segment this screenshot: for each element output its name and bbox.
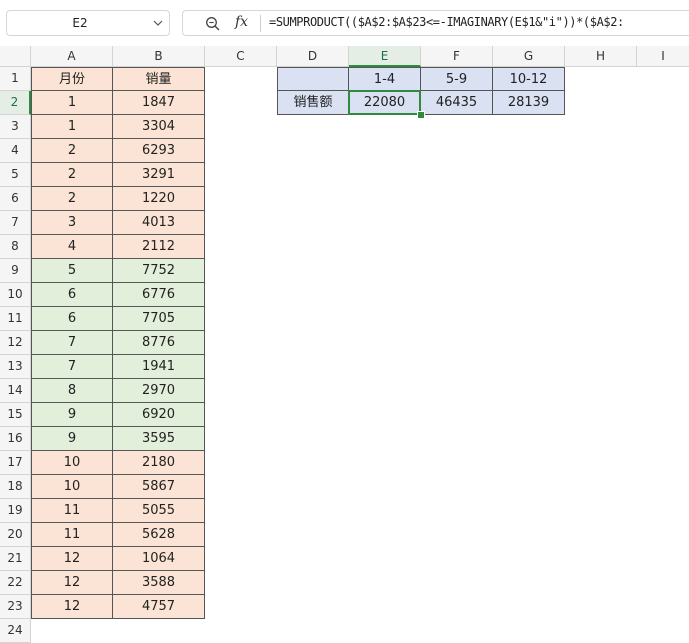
month-cell[interactable]: 5 — [31, 259, 113, 283]
row-header-11[interactable]: 11 — [0, 307, 31, 331]
row-header-23[interactable]: 23 — [0, 595, 31, 619]
sales-cell[interactable]: 4013 — [113, 211, 205, 235]
column-header-g[interactable]: G — [493, 46, 565, 67]
month-cell[interactable]: 11 — [31, 499, 113, 523]
formula-bar: E2 fx =SUMPRODUCT(($A$2:$A$23<=-IMAGINAR… — [0, 0, 689, 46]
month-cell[interactable]: 11 — [31, 523, 113, 547]
row-header-9[interactable]: 9 — [0, 259, 31, 283]
zoom-icon[interactable] — [205, 16, 220, 31]
month-cell[interactable]: 7 — [31, 355, 113, 379]
sales-cell[interactable]: 1847 — [113, 91, 205, 115]
row-header-8[interactable]: 8 — [0, 235, 31, 259]
column-header-b[interactable]: B — [113, 46, 205, 67]
sales-cell[interactable]: 6920 — [113, 403, 205, 427]
sales-cell[interactable]: 5867 — [113, 475, 205, 499]
sales-cell[interactable]: 4757 — [113, 595, 205, 619]
month-cell[interactable]: 12 — [31, 595, 113, 619]
column-header-i[interactable]: I — [637, 46, 689, 67]
row-header-1[interactable]: 1 — [0, 67, 31, 91]
name-box[interactable]: E2 — [6, 10, 170, 36]
sales-cell[interactable]: 2970 — [113, 379, 205, 403]
sales-cell[interactable]: 7705 — [113, 307, 205, 331]
column-header-f[interactable]: F — [421, 46, 493, 67]
row-header-18[interactable]: 18 — [0, 475, 31, 499]
row-header-10[interactable]: 10 — [0, 283, 31, 307]
row-header-15[interactable]: 15 — [0, 403, 31, 427]
sales-cell[interactable]: 1941 — [113, 355, 205, 379]
row-header-16[interactable]: 16 — [0, 427, 31, 451]
row-header-3[interactable]: 3 — [0, 115, 31, 139]
column-header-e[interactable]: E — [349, 46, 421, 67]
month-cell[interactable]: 9 — [31, 403, 113, 427]
row-header-19[interactable]: 19 — [0, 499, 31, 523]
row-header-2[interactable]: 2 — [0, 91, 31, 115]
month-cell[interactable]: 1 — [31, 91, 113, 115]
month-cell[interactable]: 2 — [31, 187, 113, 211]
sales-cell[interactable]: 3595 — [113, 427, 205, 451]
row-header-22[interactable]: 22 — [0, 571, 31, 595]
row-header-24[interactable]: 24 — [0, 619, 31, 643]
month-cell[interactable]: 3 — [31, 211, 113, 235]
month-cell[interactable]: 8 — [31, 379, 113, 403]
column-header-c[interactable]: C — [205, 46, 277, 67]
sales-amount-value[interactable]: 28139 — [493, 91, 565, 115]
sales-cell[interactable]: 1064 — [113, 547, 205, 571]
month-cell[interactable]: 10 — [31, 451, 113, 475]
sales-cell[interactable]: 2180 — [113, 451, 205, 475]
range-header-cell[interactable]: 5-9 — [421, 67, 493, 91]
sales-cell[interactable]: 5628 — [113, 523, 205, 547]
fx-icon[interactable]: fx — [235, 14, 248, 30]
month-cell[interactable]: 12 — [31, 571, 113, 595]
month-cell[interactable]: 2 — [31, 163, 113, 187]
sales-header[interactable]: 销量 — [113, 67, 205, 91]
range-header-cell[interactable]: 10-12 — [493, 67, 565, 91]
summary-corner-cell[interactable] — [277, 67, 349, 91]
month-cell[interactable]: 6 — [31, 307, 113, 331]
row-header-13[interactable]: 13 — [0, 355, 31, 379]
month-cell[interactable]: 6 — [31, 283, 113, 307]
column-header-a[interactable]: A — [31, 46, 113, 67]
name-box-value: E2 — [72, 16, 88, 30]
sales-cell[interactable]: 8776 — [113, 331, 205, 355]
column-header-h[interactable]: H — [565, 46, 637, 67]
row-header-14[interactable]: 14 — [0, 379, 31, 403]
month-cell[interactable]: 4 — [31, 235, 113, 259]
fill-handle[interactable] — [417, 111, 425, 119]
formula-separator — [260, 15, 261, 32]
row-header-4[interactable]: 4 — [0, 139, 31, 163]
row-header-12[interactable]: 12 — [0, 331, 31, 355]
chevron-down-icon[interactable] — [153, 19, 163, 27]
row-header-5[interactable]: 5 — [0, 163, 31, 187]
sales-cell[interactable]: 6293 — [113, 139, 205, 163]
column-header-d[interactable]: D — [277, 46, 349, 67]
row-header-21[interactable]: 21 — [0, 547, 31, 571]
month-header[interactable]: 月份 — [31, 67, 113, 91]
sales-cell[interactable]: 7752 — [113, 259, 205, 283]
month-cell[interactable]: 10 — [31, 475, 113, 499]
row-header-17[interactable]: 17 — [0, 451, 31, 475]
month-cell[interactable]: 12 — [31, 547, 113, 571]
row-header-20[interactable]: 20 — [0, 523, 31, 547]
formula-text[interactable]: =SUMPRODUCT(($A$2:$A$23<=-IMAGINARY(E$1&… — [269, 15, 624, 29]
sales-cell[interactable]: 6776 — [113, 283, 205, 307]
sales-cell[interactable]: 1220 — [113, 187, 205, 211]
month-cell[interactable]: 2 — [31, 139, 113, 163]
month-cell[interactable]: 9 — [31, 427, 113, 451]
month-cell[interactable]: 7 — [31, 331, 113, 355]
sales-amount-value[interactable]: 46435 — [421, 91, 493, 115]
sales-amount-label[interactable]: 销售额 — [277, 91, 349, 115]
sales-amount-value[interactable]: 22080 — [349, 91, 421, 115]
sales-cell[interactable]: 5055 — [113, 499, 205, 523]
row-header-7[interactable]: 7 — [0, 211, 31, 235]
range-header-cell[interactable]: 1-4 — [349, 67, 421, 91]
formula-input-area[interactable]: fx =SUMPRODUCT(($A$2:$A$23<=-IMAGINARY(E… — [182, 10, 689, 36]
sales-cell[interactable]: 3588 — [113, 571, 205, 595]
sales-cell[interactable]: 3304 — [113, 115, 205, 139]
month-cell[interactable]: 1 — [31, 115, 113, 139]
select-all-corner[interactable] — [0, 46, 31, 67]
sales-cell[interactable]: 3291 — [113, 163, 205, 187]
sales-cell[interactable]: 2112 — [113, 235, 205, 259]
row-header-6[interactable]: 6 — [0, 187, 31, 211]
